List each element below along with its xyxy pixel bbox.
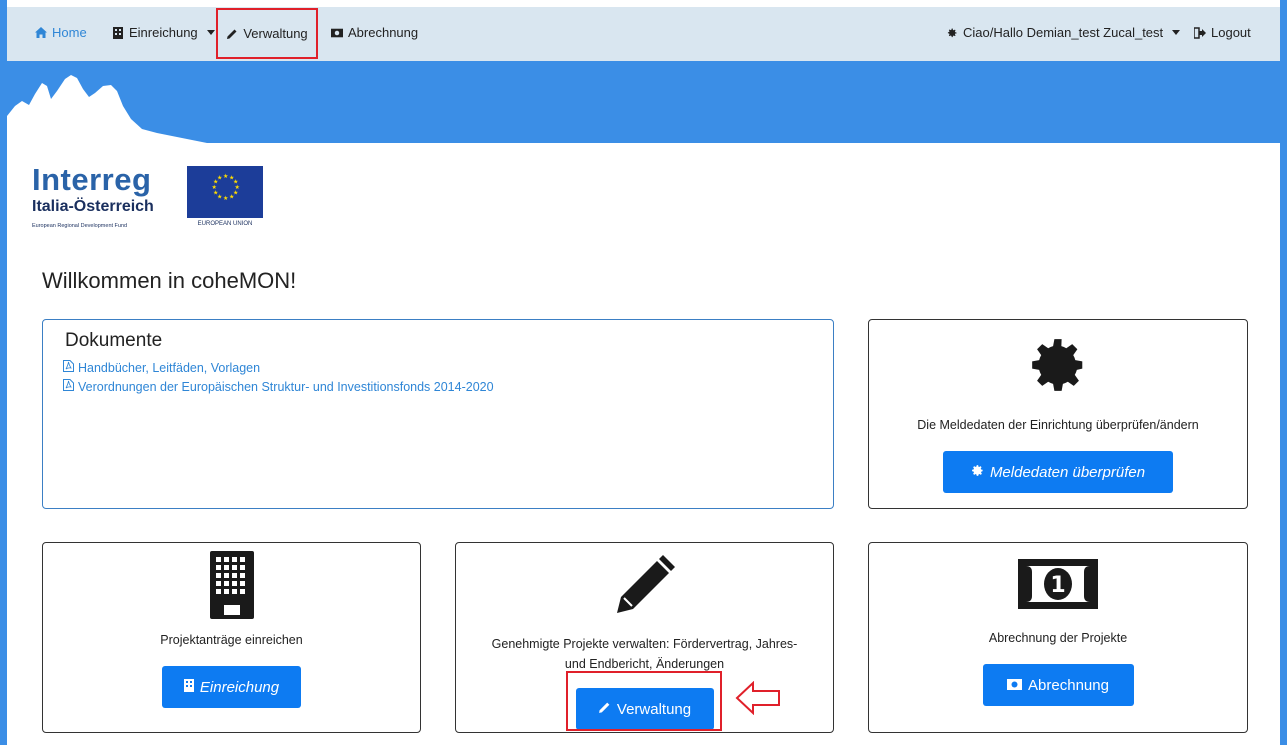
logo-subtitle: Italia-Österreich [32, 198, 154, 215]
pencil-icon [613, 553, 677, 622]
arrow-left-icon [735, 680, 781, 720]
nav-logout-link[interactable]: Logout [1194, 25, 1251, 40]
gear-icon [971, 464, 984, 481]
sign-out-icon [1194, 26, 1206, 39]
nav-abrechnung-label: Abrechnung [348, 25, 419, 40]
document-link-label: Handbücher, Leitfäden, Vorlagen [78, 360, 261, 375]
verwaltung-highlight-box [566, 671, 722, 731]
chevron-down-icon [1172, 30, 1181, 35]
nav-einreichung-label: Einreichung [129, 25, 198, 40]
money-bill-icon: 1 [1018, 559, 1098, 614]
nav-abrechnung-link[interactable]: Abrechnung [331, 25, 418, 40]
document-link-verordnungen[interactable]: Verordnungen der Europäischen Struktur- … [63, 379, 811, 394]
verwaltung-text-line1: Genehmigte Projekte verwalten: Förderver… [491, 637, 798, 651]
nav-home-link[interactable]: Home [35, 25, 87, 40]
building-icon [112, 26, 124, 39]
header-banner [7, 61, 1280, 143]
meldedaten-button-label: Meldedaten überprüfen [989, 463, 1146, 481]
gear-icon [1027, 334, 1089, 401]
meldedaten-text: Die Meldedaten der Einrichtung überprüfe… [917, 418, 1199, 432]
einreichung-button-label: Einreichung [199, 678, 280, 696]
money-icon [331, 27, 343, 39]
building-icon [183, 678, 194, 696]
nav-home-label: Home [52, 25, 87, 40]
top-navbar: Home Einreichung Verwaltung Abrechnung C… [7, 7, 1280, 61]
logo-fund-label: European Regional Development Fund [32, 223, 128, 229]
eu-flag: ★ ★ ★ ★ ★ ★ ★ ★ ★ ★ ★ ★ [187, 166, 263, 218]
file-pdf-icon [63, 360, 74, 375]
abrechnung-text: Abrechnung der Projekte [988, 631, 1128, 645]
chevron-down-icon [206, 30, 215, 35]
pencil-icon [226, 28, 238, 40]
abrechnung-button-label: Abrechnung [1028, 676, 1109, 694]
nav-verwaltung-link[interactable]: Verwaltung [216, 8, 318, 59]
svg-text:★: ★ [223, 173, 228, 180]
nav-logout-label: Logout [1211, 25, 1251, 40]
gear-icon [946, 27, 958, 39]
left-frame [0, 0, 7, 745]
page-title: Willkommen in coheMON! [42, 268, 297, 293]
mountain-silhouette [7, 75, 207, 143]
svg-text:★: ★ [229, 194, 234, 201]
document-link-handbuecher[interactable]: Handbücher, Leitfäden, Vorlagen [63, 360, 811, 375]
nav-einreichung-dropdown[interactable]: Einreichung [112, 25, 215, 40]
einreichung-text: Projektanträge einreichen [160, 633, 303, 647]
money-icon [1007, 677, 1023, 694]
document-link-label: Verordnungen der Europäischen Struktur- … [78, 379, 494, 394]
eu-label: EUROPEAN UNION [197, 221, 253, 227]
svg-text:1: 1 [1050, 573, 1065, 598]
meldedaten-button[interactable]: Meldedaten überprüfen [943, 451, 1173, 493]
svg-text:★: ★ [217, 175, 222, 182]
interreg-logo: Interreg Italia-Österreich European Regi… [32, 162, 154, 229]
svg-text:★: ★ [223, 195, 228, 202]
home-icon [35, 27, 47, 39]
meldedaten-card: Die Meldedaten der Einrichtung überprüfe… [868, 319, 1248, 509]
nav-user-dropdown[interactable]: Ciao/Hallo Demian_test Zucal_test [946, 25, 1181, 40]
abrechnung-card: 1 Abrechnung der Projekte Abrechnung [868, 542, 1248, 733]
documents-title: Dokumente [65, 330, 163, 351]
nav-user-label: Ciao/Hallo Demian_test Zucal_test [963, 25, 1164, 40]
building-icon [209, 551, 254, 624]
documents-card: Dokumente Handbücher, Leitfäden, Vorlage… [42, 319, 834, 509]
einreichung-card: Projektanträge einreichen Einreichung [42, 542, 421, 733]
abrechnung-button[interactable]: Abrechnung [982, 664, 1134, 706]
right-frame [1280, 0, 1287, 745]
einreichung-button[interactable]: Einreichung [162, 666, 301, 708]
eu-stars: ★ ★ ★ ★ ★ ★ ★ ★ ★ ★ ★ ★ [212, 173, 240, 202]
logo-title: Interreg [32, 162, 152, 197]
nav-verwaltung-label: Verwaltung [243, 26, 308, 41]
file-pdf-icon [63, 379, 74, 394]
